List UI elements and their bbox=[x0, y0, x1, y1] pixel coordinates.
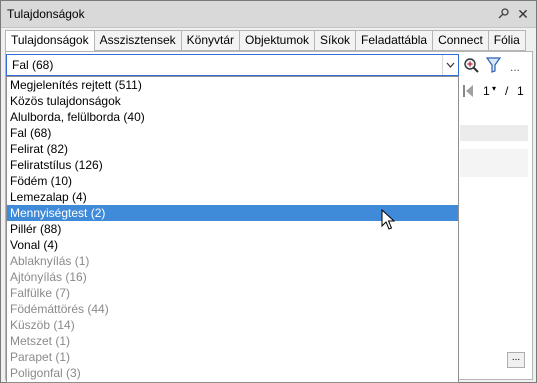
page-separator: / bbox=[505, 84, 509, 98]
title-bar[interactable]: Tulajdonságok ✕ bbox=[1, 1, 536, 28]
tab-folia[interactable]: Fólia bbox=[488, 30, 526, 51]
tab-konyvtar[interactable]: Könyvtár bbox=[181, 30, 240, 51]
dropdown-item-disabled: Födémáttörés (44) bbox=[10, 302, 109, 316]
element-type-combobox[interactable]: Fal (68) bbox=[6, 54, 459, 76]
chevron-down-icon[interactable] bbox=[442, 55, 458, 75]
caret-down-icon[interactable]: ▾ bbox=[492, 84, 496, 93]
tab-asszisztensek[interactable]: Asszisztensek bbox=[94, 30, 182, 51]
dropdown-item[interactable]: Fal (68) bbox=[7, 125, 458, 141]
page-total: 1 bbox=[517, 84, 524, 98]
window-title: Tulajdonságok bbox=[7, 7, 85, 21]
dropdown-item-disabled: Poligonfal (3) bbox=[10, 366, 81, 380]
dropdown-item[interactable]: Alulborda, felülborda (40) bbox=[7, 109, 458, 125]
pin-icon[interactable] bbox=[497, 7, 511, 21]
dropdown-item-disabled: Küszöb (14) bbox=[10, 318, 75, 332]
tab-bar: Tulajdonságok Asszisztensek Könyvtár Obj… bbox=[5, 30, 526, 52]
dropdown-item-disabled: Falfülke (7) bbox=[10, 286, 71, 300]
tab-feladattabla[interactable]: Feladattábla bbox=[356, 30, 434, 51]
dropdown-item[interactable]: Födém (10) bbox=[7, 173, 458, 189]
property-row-band bbox=[460, 149, 528, 177]
dropdown-item[interactable]: Feliratstílus (126) bbox=[7, 157, 458, 173]
tab-objektumok[interactable]: Objektumok bbox=[240, 30, 316, 51]
dropdown-item[interactable]: Megjelenítés rejtett (511) bbox=[7, 77, 458, 93]
browse-button[interactable]: ... bbox=[507, 352, 525, 368]
dropdown-item-disabled: Ablaknyílás (1) bbox=[10, 254, 90, 268]
dropdown-item[interactable]: Vonal (4) bbox=[7, 237, 458, 253]
dropdown-item-disabled: Metszet (1) bbox=[10, 334, 71, 348]
dropdown-item-disabled: Ajtónyílás (16) bbox=[10, 270, 87, 284]
tab-connect[interactable]: Connect bbox=[433, 30, 489, 51]
tab-tulajdonsagok[interactable]: Tulajdonságok bbox=[5, 30, 95, 52]
dropdown-item-disabled: Parapet (1) bbox=[10, 350, 71, 364]
tab-sikok[interactable]: Síkok bbox=[315, 30, 357, 51]
dropdown-item[interactable]: Lemezalap (4) bbox=[7, 189, 458, 205]
filter-icon[interactable] bbox=[484, 56, 502, 74]
zoom-select-icon[interactable] bbox=[462, 56, 480, 74]
dropdown-item[interactable]: Közös tulajdonságok bbox=[7, 93, 458, 109]
dropdown-item[interactable]: Felirat (82) bbox=[7, 141, 458, 157]
pager: 1 ▾ / 1 bbox=[461, 82, 531, 100]
mouse-cursor-icon bbox=[381, 209, 395, 230]
pager-icon[interactable] bbox=[461, 84, 475, 101]
more-options-button[interactable]: ... bbox=[506, 58, 524, 76]
close-icon[interactable]: ✕ bbox=[516, 7, 530, 21]
property-row-band bbox=[460, 125, 528, 141]
combobox-value: Fal (68) bbox=[12, 58, 54, 72]
page-number[interactable]: 1 bbox=[483, 84, 490, 98]
